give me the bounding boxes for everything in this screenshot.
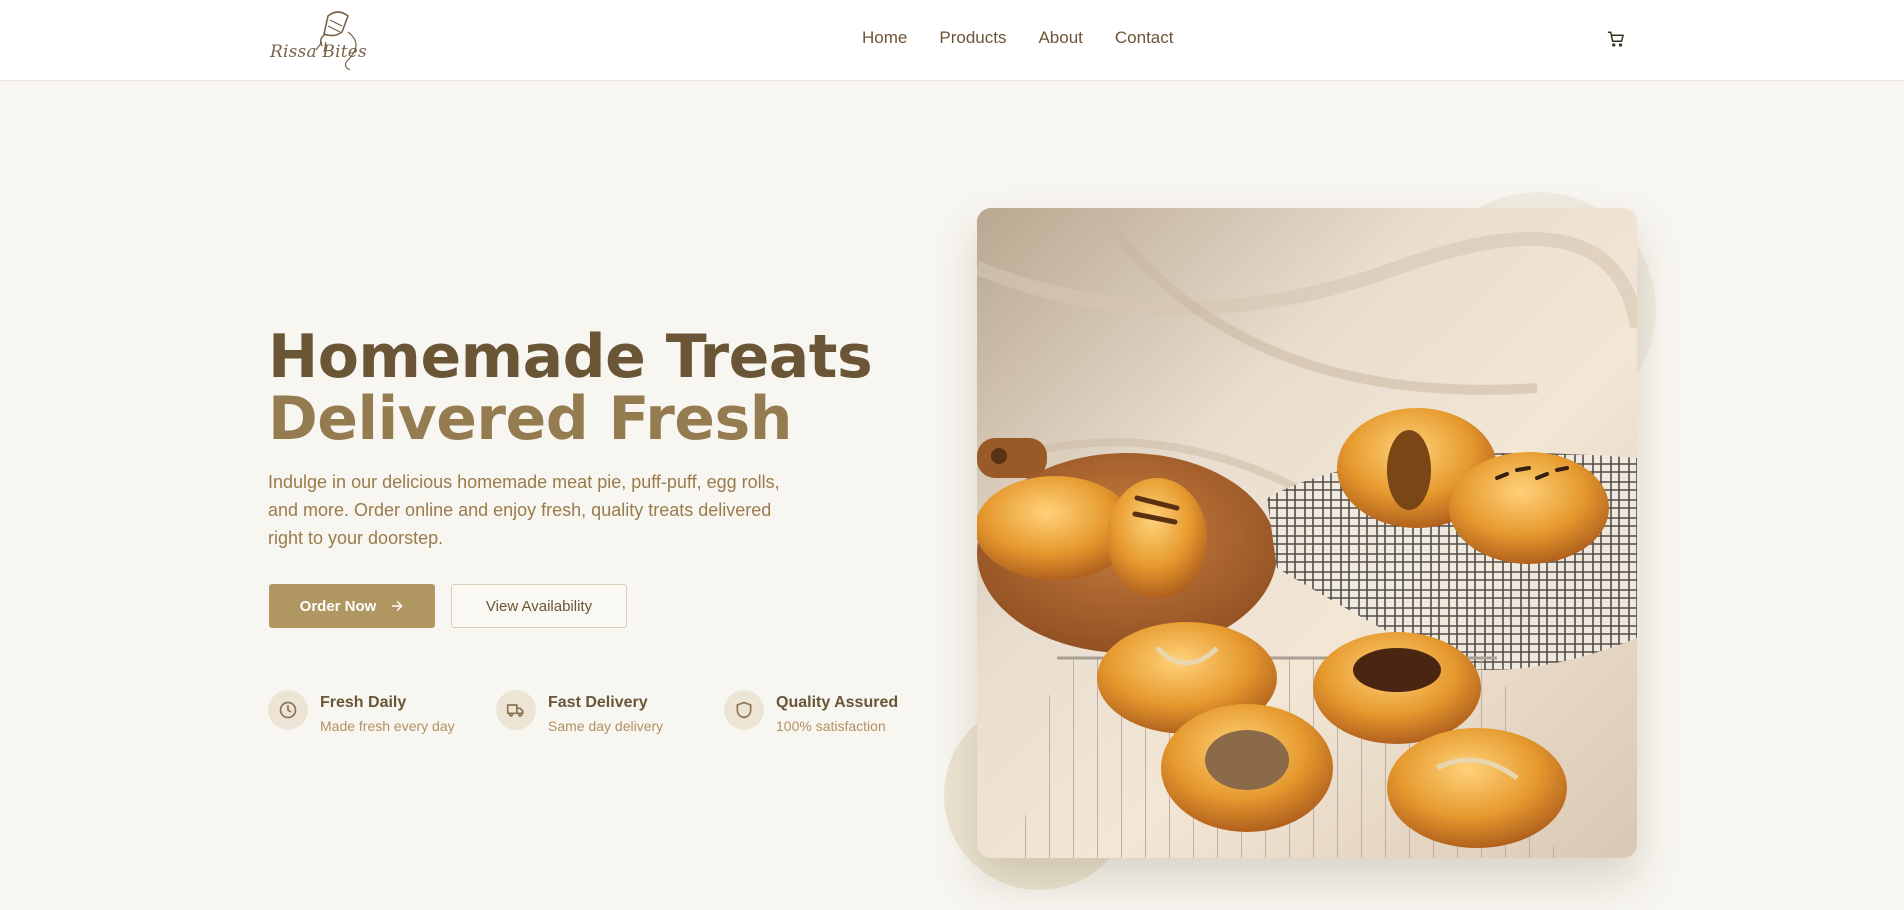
- feature-subtitle: Made fresh every day: [320, 718, 455, 734]
- hero-description: Indulge in our delicious homemade meat p…: [268, 472, 780, 548]
- view-availability-button[interactable]: View Availability: [451, 584, 627, 628]
- nav-contact[interactable]: Contact: [1115, 28, 1174, 48]
- nav-products[interactable]: Products: [939, 28, 1006, 48]
- hero-title: Homemade Treats Delivered Fresh: [268, 322, 873, 454]
- feature-title: Fresh Daily: [320, 694, 407, 711]
- hero-image: [977, 208, 1637, 858]
- feature-subtitle: 100% satisfaction: [776, 718, 886, 734]
- truck-icon: [496, 690, 536, 730]
- shield-icon: [724, 690, 764, 730]
- hero-title-line2: Delivered Fresh: [268, 384, 792, 454]
- main-nav: Home Products About Contact: [862, 28, 1205, 48]
- feature-quality-assured: Quality Assured 100% satisfaction: [724, 690, 898, 734]
- nav-home[interactable]: Home: [862, 28, 907, 48]
- feature-fast-delivery: Fast Delivery Same day delivery: [496, 690, 663, 734]
- nav-about[interactable]: About: [1038, 28, 1082, 48]
- site-header: Rissa Bites Home Products About Contact: [0, 0, 1904, 81]
- clock-icon: [268, 690, 308, 730]
- feature-title: Fast Delivery: [548, 694, 648, 711]
- logo-text: Rissa Bites: [270, 42, 367, 62]
- feature-title: Quality Assured: [776, 694, 899, 711]
- feature-subtitle: Same day delivery: [548, 718, 664, 734]
- arrow-right-icon: [391, 601, 403, 611]
- hero-title-line1: Homemade Treats: [268, 322, 873, 392]
- pastries-photo: [977, 208, 1637, 858]
- feature-fresh-daily: Fresh Daily Made fresh every day: [268, 690, 455, 734]
- order-now-button[interactable]: Order Now: [269, 584, 435, 628]
- cart-icon[interactable]: [1607, 30, 1625, 48]
- order-now-label: Order Now: [299, 597, 377, 615]
